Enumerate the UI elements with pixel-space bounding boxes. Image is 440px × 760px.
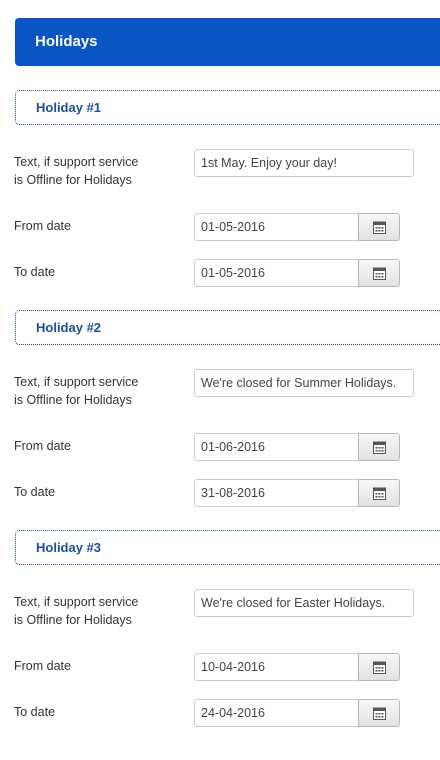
section-header: Holiday #1 [15,90,440,125]
to-date-picker [194,259,400,287]
calendar-icon [373,661,386,674]
calendar-icon [373,487,386,500]
section-title: Holiday #2 [36,320,102,335]
holiday-section-1: Holiday #1 Text, if support service is O… [0,90,440,320]
text-label: Text, if support service is Offline for … [14,155,139,187]
holiday-text-input[interactable] [194,589,414,617]
to-date-label: To date [14,485,56,499]
holiday-section-2: Holiday #2 Text, if support service is O… [0,310,440,540]
from-date-input[interactable] [194,213,358,241]
to-date-label: To date [14,265,56,279]
to-date-input[interactable] [194,259,358,287]
from-date-calendar-button[interactable] [358,213,400,241]
text-label: Text, if support service is Offline for … [14,595,139,627]
page-title: Holidays [35,33,98,50]
from-date-input[interactable] [194,653,358,681]
to-date-calendar-button[interactable] [358,259,400,287]
holiday-text-input[interactable] [194,369,414,397]
calendar-icon [373,441,386,454]
from-date-label: From date [14,219,71,233]
calendar-icon [373,221,386,234]
from-date-picker [194,213,400,241]
to-date-input[interactable] [194,699,358,727]
from-date-input[interactable] [194,433,358,461]
to-date-calendar-button[interactable] [358,479,400,507]
section-header: Holiday #3 [15,530,440,565]
to-date-picker [194,479,400,507]
from-date-picker [194,433,400,461]
calendar-icon [373,267,386,280]
from-date-label: From date [14,439,71,453]
from-date-calendar-button[interactable] [358,433,400,461]
to-date-label: To date [14,705,56,719]
from-date-calendar-button[interactable] [358,653,400,681]
section-title: Holiday #1 [36,100,102,115]
section-header: Holiday #2 [15,310,440,345]
to-date-calendar-button[interactable] [358,699,400,727]
to-date-input[interactable] [194,479,358,507]
to-date-picker [194,699,400,727]
from-date-label: From date [14,659,71,673]
calendar-icon [373,707,386,720]
holiday-text-input[interactable] [194,149,414,177]
section-title: Holiday #3 [36,540,102,555]
from-date-picker [194,653,400,681]
page-header: Holidays [15,18,440,66]
text-label: Text, if support service is Offline for … [14,375,139,407]
holiday-section-3: Holiday #3 Text, if support service is O… [0,530,440,760]
